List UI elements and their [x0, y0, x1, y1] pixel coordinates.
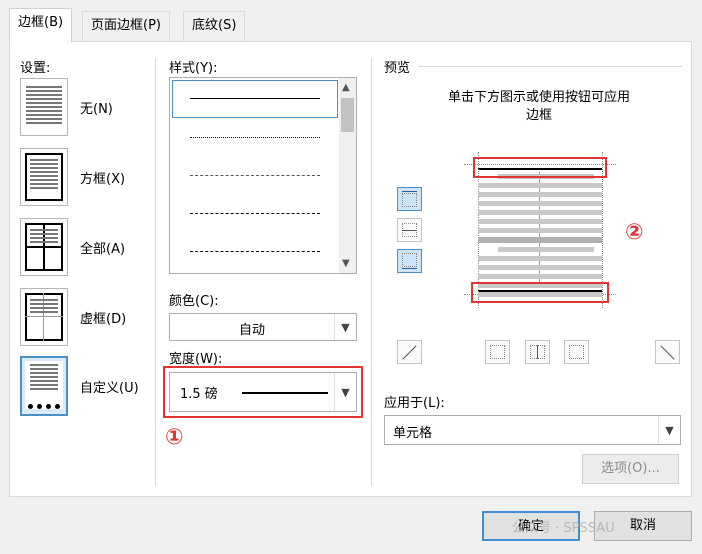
diagonal-down-button[interactable]: [655, 340, 680, 364]
line-style-list[interactable]: ▲ ▼: [169, 77, 357, 274]
setting-all-icon[interactable]: [20, 218, 68, 276]
border-right-button[interactable]: [564, 340, 589, 364]
watermark: 公众号 · SPSSAU: [512, 521, 615, 536]
color-label: 颜色(C):: [169, 294, 219, 309]
width-highlight-box: [163, 366, 363, 418]
style-title: 样式(Y):: [169, 61, 218, 76]
preview-hint-line1: 单击下方图示或使用按钮可应用: [447, 90, 630, 105]
setting-none-icon[interactable]: [20, 78, 68, 136]
color-select[interactable]: 自动 ▼: [169, 313, 357, 341]
preview-title: 预览: [384, 61, 411, 76]
apply-to-label: 应用于(L):: [384, 396, 445, 411]
tab-borders[interactable]: 边框(B): [9, 8, 73, 42]
border-top-button[interactable]: [397, 187, 422, 211]
color-value: 自动: [238, 323, 265, 338]
settings-title: 设置:: [20, 61, 51, 76]
scroll-up-icon[interactable]: ▲: [342, 82, 350, 93]
tab-shading[interactable]: 底纹(S): [183, 11, 246, 41]
setting-box-icon[interactable]: [20, 148, 68, 206]
options-button[interactable]: 选项(O)...: [582, 454, 679, 484]
preview-hint-line2: 边框: [525, 108, 552, 123]
border-left-button[interactable]: [485, 340, 510, 364]
setting-grid-icon[interactable]: [20, 288, 68, 346]
apply-to-value: 单元格: [393, 426, 433, 441]
preview-title-rule: [418, 66, 682, 67]
chevron-down-icon[interactable]: ▼: [334, 314, 356, 340]
line-style-scrollbar[interactable]: ▲ ▼: [339, 78, 356, 273]
setting-custom-label[interactable]: 自定义(U): [80, 377, 139, 396]
setting-none-label[interactable]: 无(N): [80, 98, 113, 117]
setting-grid-label[interactable]: 虚框(D): [80, 308, 126, 327]
line-style-selected[interactable]: [172, 80, 338, 118]
border-bottom-button[interactable]: [397, 249, 422, 273]
line-style-solid[interactable]: [190, 98, 320, 99]
line-style-dotted[interactable]: [190, 137, 320, 138]
preview-top-highlight: [473, 157, 607, 178]
scroll-down-icon[interactable]: ▼: [342, 258, 350, 269]
line-style-dashed[interactable]: [190, 213, 320, 214]
divider-right: [371, 58, 372, 486]
line-style-dash-dot[interactable]: [190, 251, 320, 252]
line-style-dashed-fine[interactable]: [190, 175, 320, 176]
setting-all-label[interactable]: 全部(A): [80, 238, 125, 257]
tab-page-borders[interactable]: 页面边框(P): [82, 11, 170, 41]
border-inside-vertical-button[interactable]: [525, 340, 550, 364]
marker-2: ②: [625, 220, 644, 245]
width-label: 宽度(W):: [169, 352, 223, 367]
preview-bottom-highlight: [471, 282, 609, 303]
chevron-down-icon[interactable]: ▼: [658, 416, 680, 444]
setting-custom-icon[interactable]: [20, 356, 68, 416]
border-inside-horizontal-button[interactable]: [397, 218, 422, 242]
setting-box-label[interactable]: 方框(X): [80, 168, 125, 187]
scroll-thumb[interactable]: [341, 98, 354, 132]
diagonal-up-button[interactable]: [397, 340, 422, 364]
apply-to-select[interactable]: 单元格 ▼: [384, 415, 681, 445]
divider-left: [155, 58, 156, 486]
marker-1: ①: [165, 425, 184, 450]
